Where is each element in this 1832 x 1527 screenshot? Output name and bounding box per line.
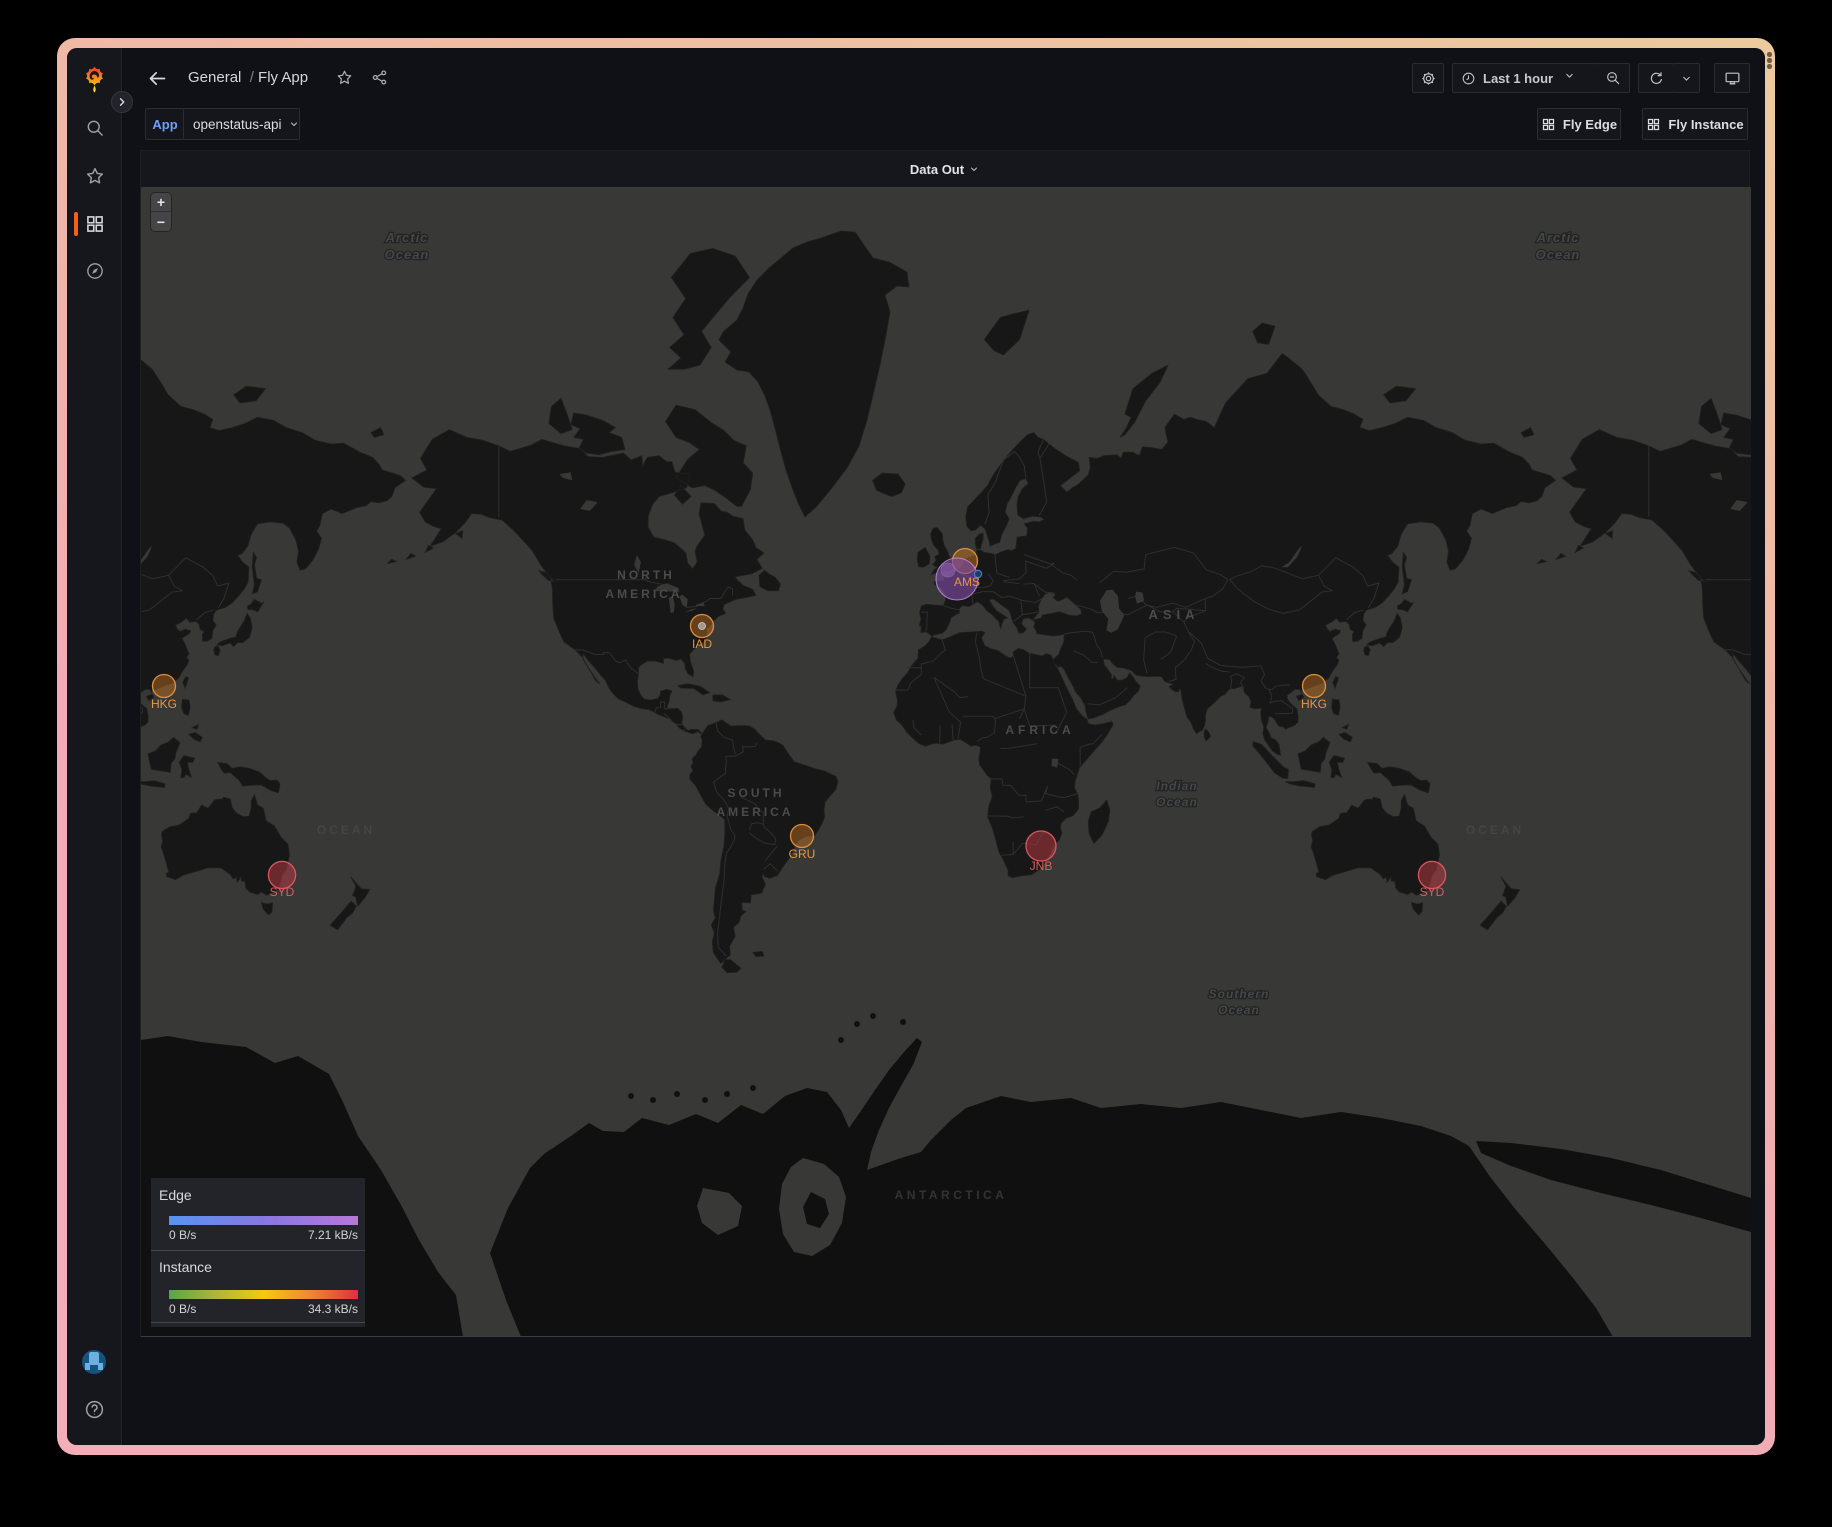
svg-text:GRU: GRU: [789, 847, 816, 861]
svg-text:Ocean: Ocean: [1536, 247, 1581, 262]
svg-text:Southern: Southern: [1209, 987, 1270, 1001]
svg-text:AMERICA: AMERICA: [717, 805, 794, 819]
svg-text:JNB: JNB: [1030, 859, 1053, 873]
svg-text:SYD: SYD: [1420, 885, 1445, 899]
svg-text:OCEAN: OCEAN: [317, 823, 375, 837]
svg-text:IAD: IAD: [692, 637, 712, 651]
svg-text:Arctic: Arctic: [385, 230, 429, 245]
svg-text:ANTARCTICA: ANTARCTICA: [895, 1188, 1008, 1202]
svg-text:AFRICA: AFRICA: [1005, 723, 1074, 737]
svg-text:SYD: SYD: [270, 885, 295, 899]
svg-text:SOUTH: SOUTH: [728, 786, 785, 800]
svg-text:OCEAN: OCEAN: [1466, 823, 1524, 837]
svg-text:HKG: HKG: [1301, 697, 1327, 711]
svg-text:NORTH: NORTH: [617, 568, 675, 582]
svg-text:Ocean: Ocean: [1218, 1003, 1260, 1017]
svg-text:Ocean: Ocean: [385, 247, 430, 262]
svg-text:ASIA: ASIA: [1148, 607, 1199, 622]
svg-text:Indian: Indian: [1156, 779, 1197, 793]
svg-text:Arctic: Arctic: [1536, 230, 1580, 245]
svg-text:HKG: HKG: [151, 697, 177, 711]
svg-text:Ocean: Ocean: [1156, 795, 1198, 809]
svg-text:AMS: AMS: [954, 575, 980, 589]
svg-text:AMERICA: AMERICA: [606, 587, 683, 601]
